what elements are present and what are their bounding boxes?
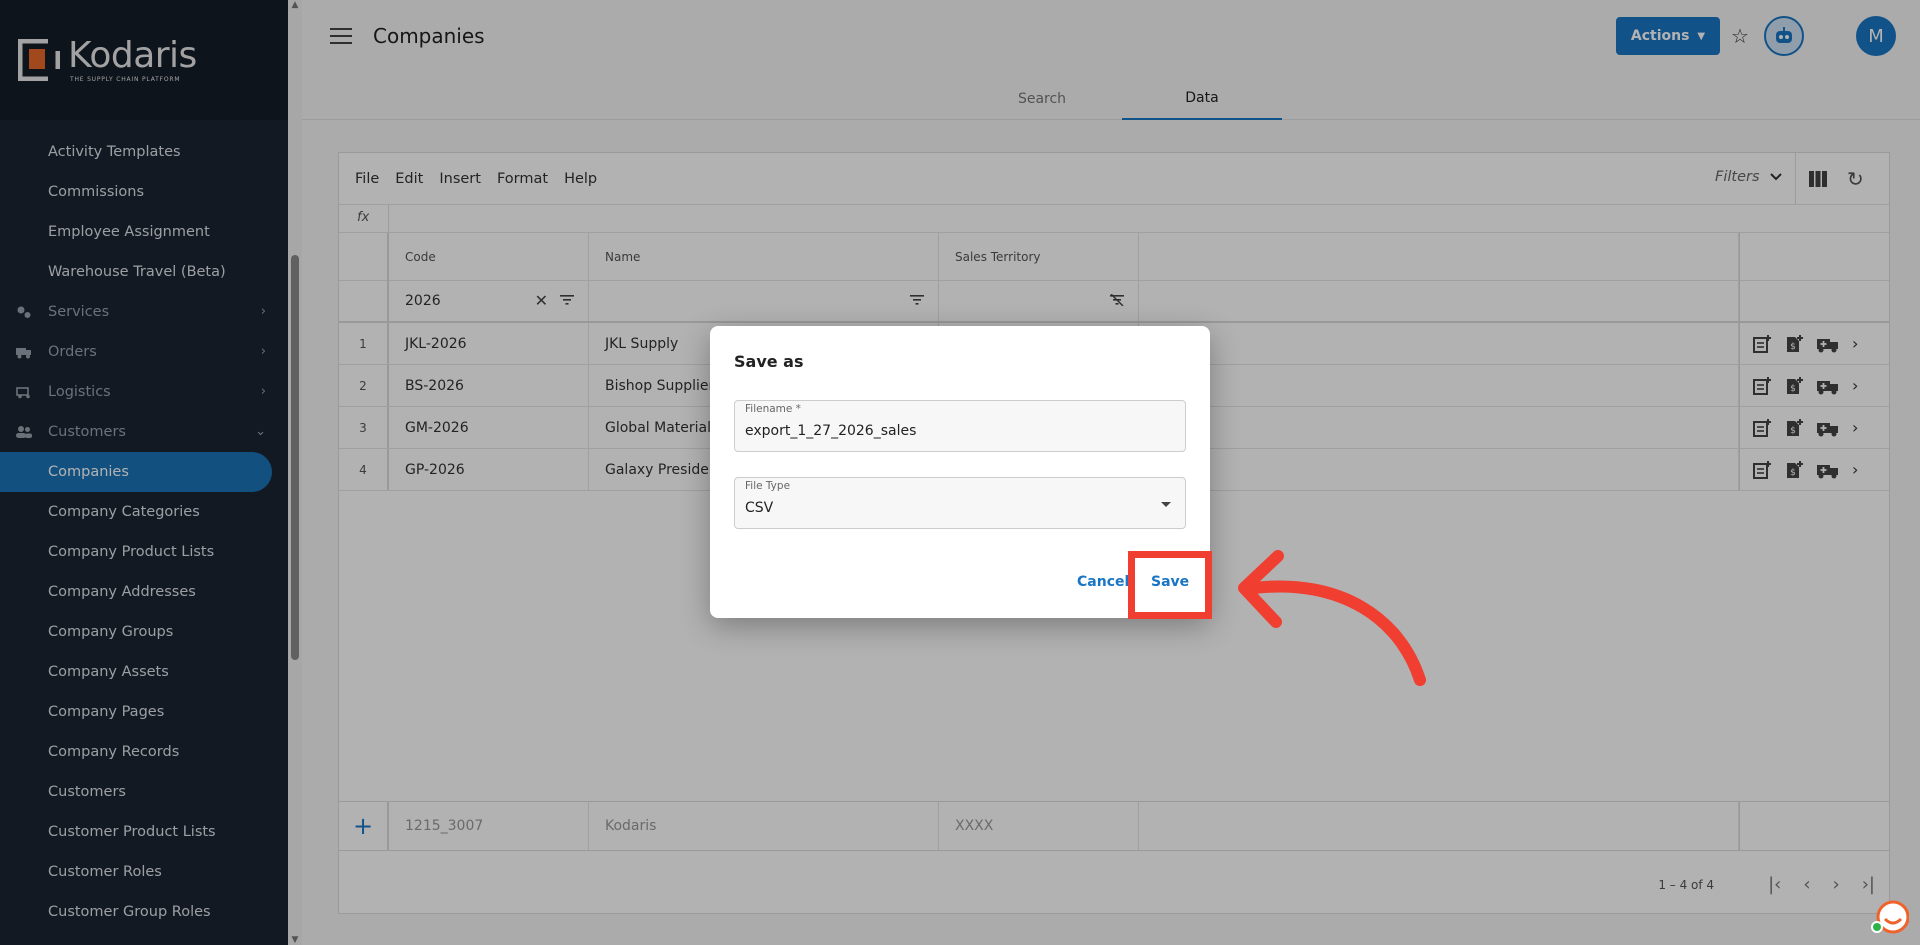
dialog-title: Save as: [734, 352, 804, 371]
filename-field[interactable]: Filename * export_1_27_2026_sales: [734, 400, 1186, 452]
save-highlight-box: [1128, 551, 1212, 619]
file-type-select[interactable]: File Type CSV: [734, 477, 1186, 529]
filename-label: Filename *: [745, 403, 801, 415]
file-type-value: CSV: [745, 500, 774, 516]
chat-support-icon[interactable]: [1871, 897, 1909, 935]
file-type-label: File Type: [745, 480, 791, 492]
dropdown-caret-icon: [1161, 502, 1171, 507]
filename-value: export_1_27_2026_sales: [745, 423, 917, 439]
cancel-button[interactable]: Cancel: [1077, 574, 1129, 590]
pointer-arrow-icon: [1238, 550, 1426, 686]
